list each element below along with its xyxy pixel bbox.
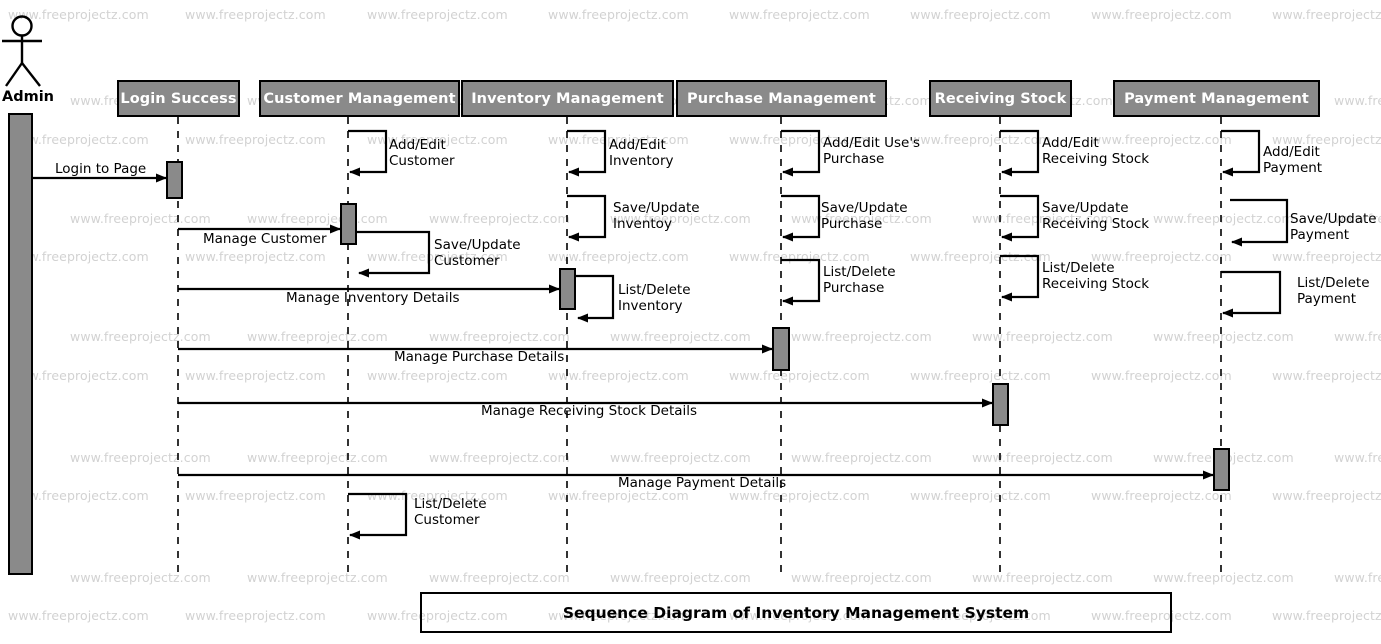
message-label-manage-purchase: Manage Purchase Details bbox=[394, 349, 565, 365]
activation-bar-payment bbox=[1213, 448, 1230, 491]
activation-bar-customer bbox=[340, 203, 357, 245]
self-call-path-save-update-inventory bbox=[567, 194, 607, 242]
lifeline-label: Payment Management bbox=[1124, 90, 1309, 107]
self-call-path-save-update-payment bbox=[1230, 198, 1289, 247]
self-call-label-add-edit-customer: Add/Edit Customer bbox=[389, 137, 455, 169]
message-label-login-to-page: Login to Page bbox=[55, 161, 147, 177]
self-call-path-add-edit-inventory bbox=[567, 129, 607, 177]
self-call-label-save-update-purchase: Save/Update Purchase bbox=[821, 200, 908, 232]
lifeline-label: Receiving Stock bbox=[934, 90, 1067, 107]
message-label-manage-customer: Manage Customer bbox=[203, 231, 327, 247]
self-call-path-add-edit-payment bbox=[1221, 129, 1261, 177]
self-call-label-save-update-receiving-stock: Save/Update Receiving Stock bbox=[1042, 200, 1150, 232]
self-call-path-list-delete-inventory bbox=[576, 274, 615, 323]
lifeline-label: Purchase Management bbox=[687, 90, 876, 107]
self-call-path-add-edit-receiving-stock bbox=[1000, 129, 1040, 177]
self-call-path-save-update-purchase bbox=[781, 194, 821, 242]
lifeline-header-5[interactable]: Payment Management bbox=[1113, 80, 1320, 117]
lifeline-label: Login Success bbox=[120, 90, 237, 107]
sequence-diagram-canvas: www.freeprojectz.com www.freeprojectz.com… bbox=[0, 0, 1381, 644]
activation-bar-login-success bbox=[166, 161, 183, 199]
lifeline-header-4[interactable]: Receiving Stock bbox=[929, 80, 1072, 117]
self-call-label-list-delete-payment: List/Delete Payment bbox=[1297, 275, 1370, 307]
self-call-path-list-delete-customer bbox=[348, 492, 408, 540]
self-call-label-list-delete-receiving-stock: List/Delete Receiving Stock bbox=[1042, 260, 1150, 292]
lifeline-label: Inventory Management bbox=[471, 90, 664, 107]
self-call-path-add-edit-users-purchase bbox=[781, 129, 821, 177]
self-call-path-add-edit-customer bbox=[348, 129, 388, 177]
self-call-path-list-delete-payment bbox=[1221, 270, 1282, 318]
diagram-caption: Sequence Diagram of Inventory Management… bbox=[420, 592, 1172, 633]
actor-label: Admin bbox=[2, 89, 55, 105]
self-call-label-add-edit-receiving-stock: Add/Edit Receiving Stock bbox=[1042, 135, 1150, 167]
message-label-manage-receiving-stock: Manage Receiving Stock Details bbox=[481, 403, 698, 419]
message-label-manage-inventory: Manage Inventory Details bbox=[286, 290, 460, 306]
lifeline-header-1[interactable]: Customer Management bbox=[259, 80, 460, 117]
self-call-path-save-update-customer bbox=[357, 230, 431, 278]
self-call-path-save-update-receiving-stock bbox=[1000, 194, 1040, 242]
self-call-label-add-edit-inventory: Add/Edit Inventory bbox=[609, 137, 674, 169]
activation-bar-inventory bbox=[559, 268, 576, 310]
self-call-label-list-delete-customer: List/Delete Customer bbox=[414, 496, 487, 528]
self-call-path-list-delete-receiving-stock bbox=[1000, 254, 1040, 302]
lifeline-header-2[interactable]: Inventory Management bbox=[461, 80, 674, 117]
activation-bar-purchase bbox=[772, 327, 790, 371]
self-call-label-save-update-payment: Save/Update Payment bbox=[1290, 211, 1377, 243]
self-call-label-save-update-customer: Save/Update Customer bbox=[434, 237, 521, 269]
actor-stick-figure bbox=[2, 15, 42, 87]
message-label-manage-payment: Manage Payment Details bbox=[618, 475, 787, 491]
lifeline-header-0[interactable]: Login Success bbox=[117, 80, 240, 117]
self-call-label-list-delete-inventory: List/Delete Inventory bbox=[618, 282, 691, 314]
lifeline-header-3[interactable]: Purchase Management bbox=[676, 80, 887, 117]
lifeline-label: Customer Management bbox=[263, 90, 456, 107]
activation-bar-admin bbox=[8, 113, 33, 575]
activation-bar-receiving-stock bbox=[992, 383, 1009, 426]
self-call-label-list-delete-purchase: List/Delete Purchase bbox=[823, 264, 896, 296]
self-call-label-add-edit-users-purchase: Add/Edit Use's Purchase bbox=[823, 135, 921, 167]
diagram-layer: Admin Login Success Customer Management In… bbox=[0, 0, 1381, 644]
self-call-label-save-update-inventory: Save/Update Inventoy bbox=[613, 200, 700, 232]
self-call-label-add-edit-payment: Add/Edit Payment bbox=[1263, 144, 1323, 176]
self-call-path-list-delete-purchase bbox=[781, 258, 821, 306]
